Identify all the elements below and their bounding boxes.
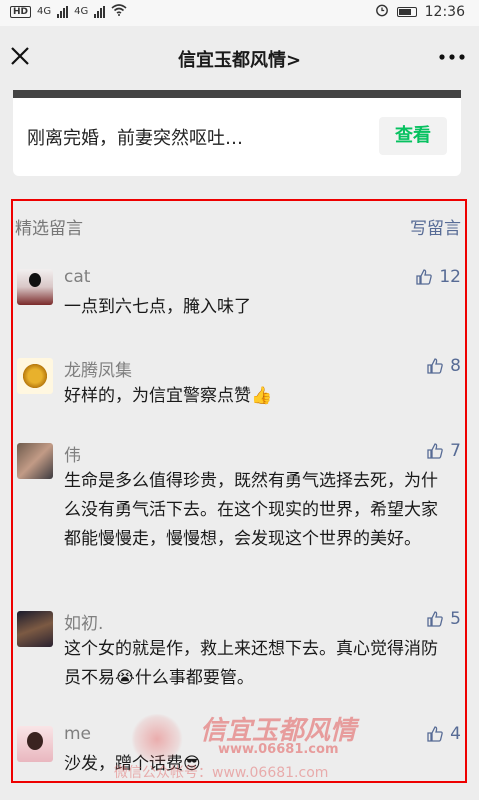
- thumbs-up-icon: [427, 726, 443, 742]
- like-count: 12: [439, 267, 461, 287]
- battery-icon: [396, 7, 417, 17]
- like-count: 5: [450, 609, 461, 629]
- like-button[interactable]: 12: [415, 267, 461, 287]
- avatar[interactable]: [17, 726, 53, 762]
- thumbs-up-icon: [416, 269, 433, 285]
- status-right: 12:36: [375, 3, 465, 21]
- like-button[interactable]: 7: [426, 441, 461, 461]
- alarm-icon: [375, 3, 389, 21]
- comment-text: 好样的，为信宜警察点赞👍: [64, 386, 273, 406]
- like-button[interactable]: 5: [426, 609, 461, 629]
- write-comment-link[interactable]: 写留言: [410, 214, 461, 239]
- comments-title: 精选留言: [15, 219, 83, 239]
- comment-nickname: 伟: [64, 446, 81, 466]
- like-count: 7: [450, 441, 461, 461]
- view-button[interactable]: 查看: [379, 117, 447, 155]
- comments-header: 精选留言 写留言: [13, 201, 465, 241]
- hd-badge: HD: [10, 5, 32, 18]
- comment-nickname: cat: [64, 267, 91, 287]
- thumbs-up-icon: [427, 358, 443, 374]
- thumbs-up-icon: [427, 611, 443, 627]
- like-button[interactable]: 4: [426, 724, 461, 744]
- nav-bar: 信宜玉都风情>: [0, 26, 479, 90]
- avatar[interactable]: [17, 358, 53, 394]
- related-article-card[interactable]: 刚离完婚，前妻突然呕吐… 查看: [13, 90, 461, 176]
- article-thumbnail: [13, 90, 461, 98]
- signal-icon: [57, 5, 69, 18]
- avatar[interactable]: [17, 443, 53, 479]
- comment-nickname: 龙腾凤集: [64, 361, 132, 381]
- avatar[interactable]: [17, 611, 53, 647]
- signal-label-2: 4G: [74, 6, 89, 17]
- featured-comments: 精选留言 写留言 cat 12 一点到六七点，腌入味了 龙腾凤集 8 好样的，为…: [11, 199, 467, 783]
- avatar[interactable]: [17, 269, 53, 305]
- signal-icon-2: [94, 5, 106, 18]
- network-indicators: HD 4G 4G: [10, 4, 127, 19]
- wifi-icon: [111, 4, 127, 19]
- comment-text: 一点到六七点，腌入味了: [64, 297, 251, 317]
- comment-text: 沙发，蹭个话费😎: [64, 754, 201, 774]
- article-title: 刚离完婚，前妻突然呕吐…: [27, 128, 243, 149]
- thumbs-up-icon: [427, 443, 443, 459]
- comment-nickname: 如初.: [64, 614, 104, 634]
- comment-nickname: me: [64, 724, 92, 744]
- like-button[interactable]: 8: [426, 356, 461, 376]
- more-icon[interactable]: [439, 42, 465, 67]
- like-count: 4: [450, 724, 461, 744]
- clock: 12:36: [424, 4, 465, 20]
- status-bar: HD 4G 4G 12:36: [0, 0, 479, 26]
- account-name: 信宜玉都风情: [177, 50, 286, 71]
- like-count: 8: [450, 356, 461, 376]
- page-title[interactable]: 信宜玉都风情>: [0, 46, 479, 72]
- comment-text: 生命是多么值得珍贵，既然有勇气选择去死，为什么没有勇气活下去。在这个现实的世界，…: [64, 471, 438, 549]
- chevron-right-icon: >: [285, 50, 302, 71]
- signal-label-1: 4G: [37, 6, 52, 17]
- comment-text: 这个女的就是作，救上来还想下去。真心觉得消防员不易😭什么事都要管。: [64, 639, 438, 688]
